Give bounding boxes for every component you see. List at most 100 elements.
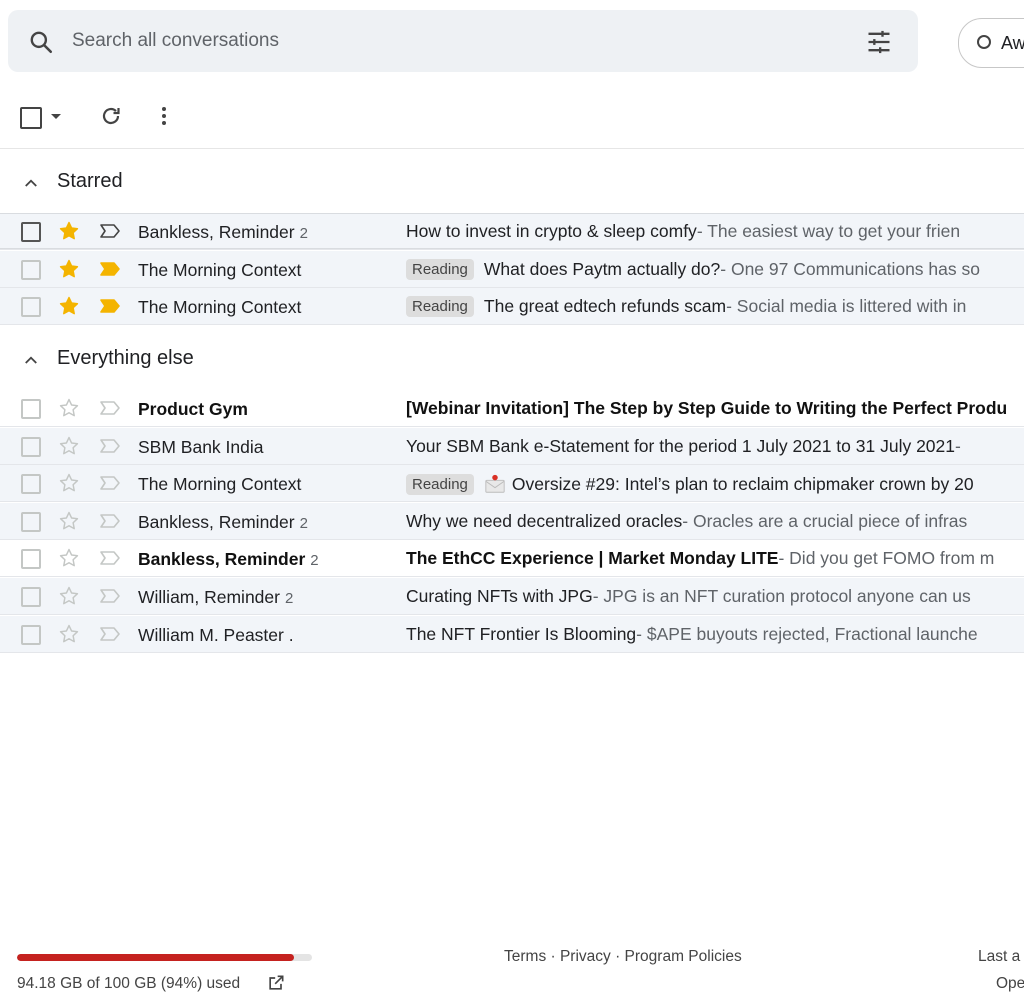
snippet: - $APE buyouts rejected, Fractional laun… [636, 623, 978, 644]
sender-name: The Morning Context [138, 474, 302, 495]
row-checkbox[interactable] [21, 399, 41, 419]
section-header-everything-else[interactable]: Everything else [0, 339, 1024, 379]
toolbar-divider [0, 148, 1024, 149]
row-checkbox[interactable] [21, 222, 41, 242]
status-dot-icon [977, 35, 991, 49]
message-preview: Reading Oversize #29: Intel’s plan to rec… [406, 473, 974, 495]
important-marker-icon[interactable] [99, 550, 121, 566]
sender: William, Reminder 2 [138, 587, 293, 608]
row-checkbox[interactable] [21, 624, 41, 645]
snippet: - Did you get FOMO from m [778, 548, 995, 569]
row-checkbox[interactable] [21, 474, 41, 495]
star-icon[interactable] [58, 510, 80, 532]
sender: Bankless, Reminder 2 [138, 512, 308, 533]
email-row[interactable]: SBM Bank India Your SBM Bank e-Statement … [0, 427, 1024, 465]
star-icon[interactable] [58, 585, 80, 607]
email-row[interactable]: The Morning Context Reading What does Payt… [0, 250, 1024, 288]
email-row[interactable]: Product Gym [Webinar Invitation] The Step… [0, 390, 1024, 427]
message-preview: Curating NFTs with JPG - JPG is an NFT c… [406, 586, 971, 607]
important-marker-icon[interactable] [99, 626, 121, 642]
search-input[interactable]: Search all conversations [72, 30, 279, 52]
search-bar[interactable]: Search all conversations [8, 10, 918, 72]
label-chip[interactable]: Reading [406, 258, 474, 280]
row-checkbox[interactable] [21, 259, 41, 280]
sender: SBM Bank India [138, 437, 263, 458]
select-dropdown-icon[interactable] [51, 114, 61, 119]
email-row[interactable]: William M. Peaster . The NFT Frontier Is … [0, 615, 1024, 653]
sender-name: The Morning Context [138, 259, 302, 280]
subject: How to invest in crypto & sleep comfy [406, 221, 697, 241]
email-row[interactable]: Bankless, Reminder 2 How to invest in cryp… [0, 213, 1024, 250]
sender-name: Product Gym [138, 399, 248, 419]
sender-name: Bankless, Reminder [138, 511, 295, 532]
storage-quota-bar [17, 954, 312, 961]
sender-name: The Morning Context [138, 297, 302, 318]
important-marker-icon[interactable] [99, 298, 121, 314]
subject: What does Paytm actually do? [483, 258, 721, 279]
message-preview: The EthCC Experience | Market Monday LIT… [406, 548, 994, 569]
star-icon[interactable] [58, 472, 80, 494]
row-checkbox[interactable] [21, 297, 41, 318]
more-vert-icon[interactable] [152, 104, 176, 128]
status-label: Aw [1001, 33, 1024, 53]
snippet: - [955, 435, 961, 456]
row-checkbox[interactable] [21, 587, 41, 607]
sender: The Morning Context [138, 474, 301, 495]
message-preview: Why we need decentralized oracles - Orac… [406, 511, 967, 532]
envelope-icon [485, 475, 505, 493]
important-marker-icon[interactable] [99, 261, 121, 277]
snippet: - Social media is littered with in [726, 296, 967, 317]
refresh-icon[interactable] [99, 104, 123, 128]
star-icon[interactable] [58, 220, 80, 242]
section-title: Everything else [57, 347, 194, 369]
email-row[interactable]: Bankless, Reminder 2 Why we need decentral… [0, 502, 1024, 540]
email-row[interactable]: The Morning Context Reading The great edte… [0, 288, 1024, 326]
select-all-checkbox[interactable] [20, 107, 42, 129]
snippet: - JPG is an NFT curation protocol anyone… [592, 586, 971, 606]
subject: Curating NFTs with JPG [406, 586, 593, 606]
star-icon[interactable] [58, 623, 80, 645]
star-icon[interactable] [58, 258, 80, 280]
section-header-starred[interactable]: Starred [0, 162, 1024, 202]
open-in-new-icon[interactable] [266, 973, 286, 993]
label-chip[interactable]: Reading [406, 296, 474, 318]
sender: Bankless, Reminder 2 [138, 549, 319, 570]
subject: Why we need decentralized oracles [406, 510, 683, 531]
important-marker-icon[interactable] [99, 588, 121, 604]
label-chip[interactable]: Reading [406, 473, 474, 495]
important-marker-icon[interactable] [99, 400, 121, 416]
message-preview: How to invest in crypto & sleep comfy - … [406, 221, 960, 242]
chevron-up-icon[interactable] [22, 351, 40, 369]
star-icon[interactable] [58, 435, 80, 457]
important-marker-icon[interactable] [99, 223, 121, 239]
star-icon[interactable] [58, 397, 80, 419]
open-details-link[interactable]: Ope [996, 975, 1024, 993]
email-row[interactable]: The Morning Context Reading Oversize #29: … [0, 465, 1024, 503]
star-icon[interactable] [58, 547, 80, 569]
subject: The EthCC Experience | Market Monday LIT… [406, 548, 779, 569]
subject: The NFT Frontier Is Blooming [406, 623, 637, 644]
message-preview: Your SBM Bank e-Statement for the period… [406, 436, 961, 457]
sender-name: Bankless, Reminder [138, 549, 306, 570]
star-icon[interactable] [58, 295, 80, 317]
email-row[interactable]: William, Reminder 2 Curating NFTs with JPG… [0, 578, 1024, 615]
email-row[interactable]: Bankless, Reminder 2 The EthCC Experience … [0, 540, 1024, 578]
thread-count: 2 [299, 514, 308, 532]
footer-links[interactable]: Terms · Privacy · Program Policies [504, 948, 742, 966]
sender-name: Bankless, Reminder [138, 222, 295, 242]
status-indicator[interactable]: Aw [958, 18, 1024, 68]
section-title: Starred [57, 170, 123, 192]
search-icon[interactable] [28, 29, 54, 55]
subject: Your SBM Bank e-Statement for the period… [406, 435, 955, 456]
important-marker-icon[interactable] [99, 513, 121, 529]
important-marker-icon[interactable] [99, 475, 121, 491]
snippet: - Oracles are a crucial piece of infras [682, 510, 968, 531]
row-checkbox[interactable] [21, 511, 41, 532]
chevron-up-icon[interactable] [22, 174, 40, 192]
message-preview: [Webinar Invitation] The Step by Step Gu… [406, 398, 1007, 419]
tune-icon[interactable] [864, 28, 894, 56]
row-checkbox[interactable] [21, 436, 41, 457]
thread-count: 2 [299, 225, 308, 242]
important-marker-icon[interactable] [99, 438, 121, 454]
row-checkbox[interactable] [21, 549, 41, 570]
